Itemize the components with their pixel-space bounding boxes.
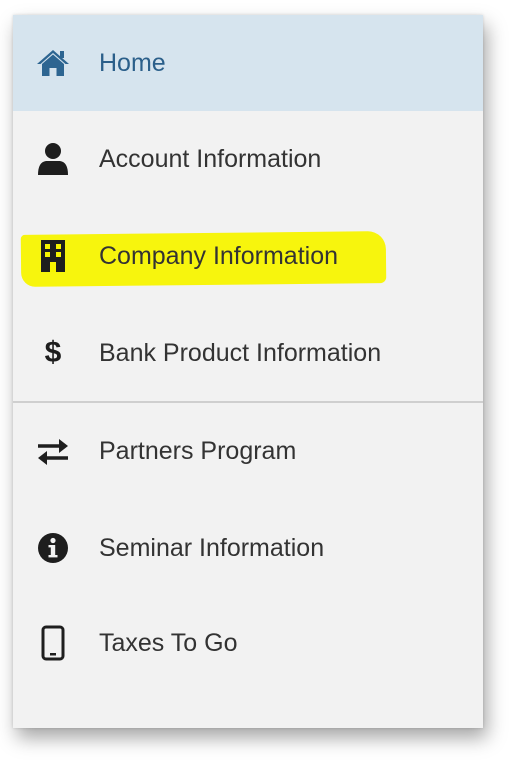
menu-item-taxes-to-go[interactable]: Taxes To Go bbox=[13, 595, 483, 691]
menu-item-home[interactable]: Home bbox=[13, 15, 483, 111]
info-circle-icon bbox=[33, 528, 73, 568]
menu-item-label: Company Information bbox=[99, 241, 339, 270]
menu-item-account-information[interactable]: Account Information bbox=[13, 111, 483, 207]
home-icon bbox=[33, 43, 73, 83]
menu-item-partners-program[interactable]: Partners Program bbox=[13, 403, 483, 499]
menu-item-label: Seminar Information bbox=[99, 533, 325, 562]
exchange-icon bbox=[33, 431, 73, 471]
menu-item-label: Home bbox=[99, 48, 166, 77]
menu-item-label: Partners Program bbox=[99, 436, 297, 465]
building-icon bbox=[33, 236, 73, 276]
dollar-icon: $ bbox=[33, 333, 73, 373]
user-icon bbox=[33, 139, 73, 179]
menu-item-company-information[interactable]: Company Information bbox=[13, 208, 483, 304]
menu-item-seminar-information[interactable]: Seminar Information bbox=[13, 500, 483, 596]
menu-item-label: Account Information bbox=[99, 144, 322, 173]
dollar-symbol: $ bbox=[44, 336, 62, 369]
menu-item-label: Taxes To Go bbox=[99, 628, 238, 657]
sidebar-menu: Home Account Information Company Informa… bbox=[13, 15, 483, 728]
menu-item-label: Bank Product Information bbox=[99, 338, 382, 367]
mobile-icon bbox=[33, 623, 73, 663]
menu-item-bank-product-information[interactable]: $ Bank Product Information bbox=[13, 305, 483, 401]
